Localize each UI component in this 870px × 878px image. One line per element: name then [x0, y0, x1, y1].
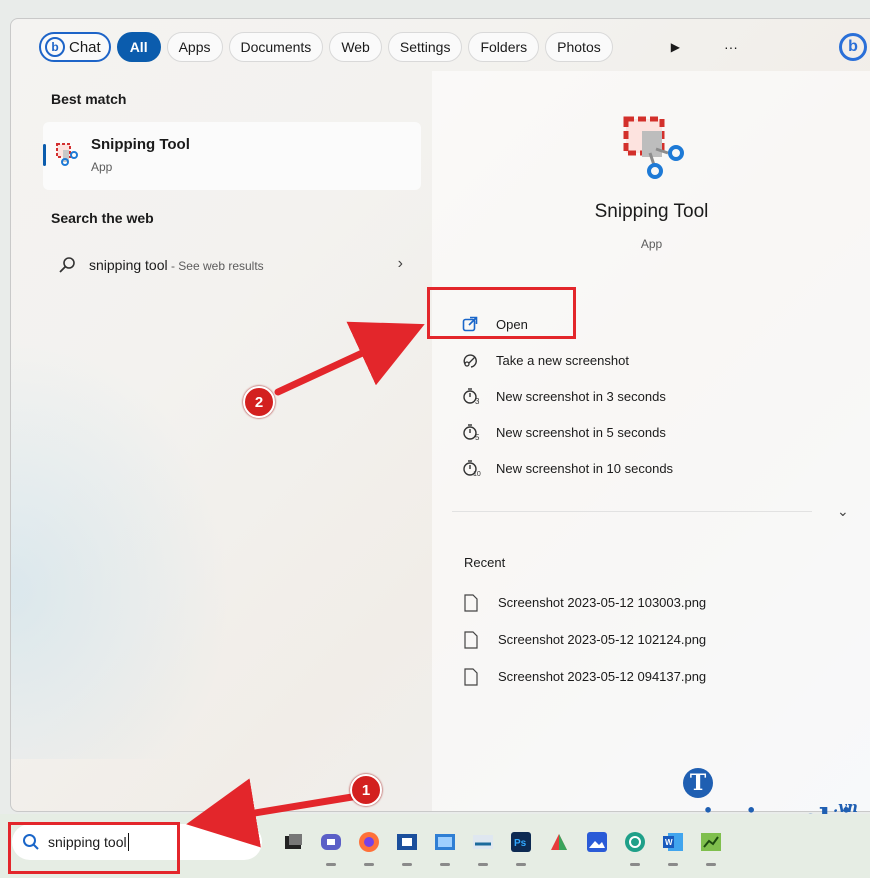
watermark-t-icon: T	[683, 768, 713, 798]
filter-all[interactable]: All	[116, 32, 161, 62]
timer-5-icon: 5	[462, 423, 486, 441]
play-icon: ▶	[670, 40, 680, 54]
recent-file-name: Screenshot 2023-05-12 103003.png	[498, 595, 707, 610]
snipping-tool-icon	[56, 143, 78, 166]
timer-3-icon: 3	[462, 387, 486, 405]
snipping-tool-large-icon	[623, 116, 684, 179]
recent-list: Screenshot 2023-05-12 103003.png Screens…	[464, 584, 706, 695]
web-hint: - See web results	[167, 259, 264, 273]
running-indicator	[630, 863, 640, 866]
running-indicator	[478, 863, 488, 866]
file-icon	[464, 593, 484, 612]
selection-accent	[43, 144, 46, 166]
chat-chip[interactable]: b Chat	[39, 32, 111, 62]
filter-settings[interactable]: Settings	[387, 32, 463, 62]
best-match-heading: Best match	[51, 91, 127, 107]
word-icon[interactable]: W	[658, 826, 688, 866]
highlight-search-box	[8, 822, 180, 874]
search-icon	[59, 257, 75, 273]
recent-file-name: Screenshot 2023-05-12 094137.png	[498, 669, 707, 684]
refresh-app-icon[interactable]	[620, 826, 650, 866]
background-glow	[11, 339, 231, 759]
network-icon[interactable]	[468, 826, 498, 866]
paint-icon[interactable]	[544, 826, 574, 858]
action-label: New screenshot in 10 seconds	[496, 460, 674, 476]
play-more-button[interactable]: ▶	[659, 32, 692, 62]
running-indicator	[326, 863, 336, 866]
photos-icon[interactable]	[430, 826, 460, 866]
filter-folders[interactable]: Folders	[468, 32, 540, 62]
filter-web[interactable]: Web	[329, 32, 382, 62]
chat-label: Chat	[69, 38, 101, 56]
action-label: Take a new screenshot	[496, 352, 629, 368]
svg-text:5: 5	[475, 433, 480, 441]
step-badge-1: 1	[350, 774, 382, 806]
best-match-name: Snipping Tool	[91, 136, 190, 153]
svg-text:3: 3	[475, 397, 480, 405]
charts-app-icon[interactable]	[696, 826, 726, 866]
taskbar-apps: Ps W	[278, 826, 726, 866]
file-icon	[464, 667, 484, 686]
filter-photos[interactable]: Photos	[545, 32, 613, 62]
step-badge-2: 2	[243, 386, 275, 418]
start-search-panel: b Chat All Apps Documents Web Settings F…	[10, 18, 870, 812]
web-query: snipping tool	[89, 257, 168, 273]
bing-chat-icon: b	[45, 37, 65, 57]
photo-viewer-icon[interactable]	[582, 826, 612, 858]
action-screenshot-10s[interactable]: 10 New screenshot in 10 seconds	[462, 450, 673, 486]
running-indicator	[402, 863, 412, 866]
firefox-icon[interactable]	[354, 826, 384, 866]
detail-pane: Snipping Tool App Open Take a new screen…	[432, 71, 870, 811]
recent-file-name: Screenshot 2023-05-12 102124.png	[498, 632, 707, 647]
running-indicator	[706, 863, 716, 866]
action-label: New screenshot in 3 seconds	[496, 388, 666, 404]
media-player-icon[interactable]	[392, 826, 422, 866]
task-view-icon[interactable]	[278, 826, 308, 858]
web-search-result[interactable]: snipping tool - See web results ›	[43, 249, 421, 281]
svg-text:Ps: Ps	[514, 838, 527, 849]
recent-file[interactable]: Screenshot 2023-05-12 103003.png	[464, 584, 706, 621]
more-options-button[interactable]: ···	[712, 32, 750, 62]
chevron-down-icon[interactable]: ⌄	[837, 503, 849, 520]
running-indicator	[516, 863, 526, 866]
filter-bar: b Chat All Apps Documents Web Settings F…	[39, 27, 750, 67]
action-label: New screenshot in 5 seconds	[496, 424, 666, 440]
filter-documents[interactable]: Documents	[228, 32, 324, 62]
bing-logo-icon[interactable]: b	[839, 33, 867, 61]
filter-apps[interactable]: Apps	[166, 32, 223, 62]
teams-chat-icon[interactable]	[316, 826, 346, 866]
svg-text:10: 10	[473, 471, 481, 477]
running-indicator	[364, 863, 374, 866]
action-screenshot-3s[interactable]: 3 New screenshot in 3 seconds	[462, 378, 673, 414]
action-take-screenshot[interactable]: Take a new screenshot	[462, 342, 673, 378]
running-indicator	[668, 863, 678, 866]
search-web-heading: Search the web	[51, 210, 154, 226]
detail-app-name: Snipping Tool	[594, 201, 709, 222]
action-screenshot-5s[interactable]: 5 New screenshot in 5 seconds	[462, 414, 673, 450]
highlight-open-box	[427, 287, 576, 339]
running-indicator	[440, 863, 450, 866]
screenshot-icon	[462, 351, 486, 369]
file-icon	[464, 630, 484, 649]
divider	[452, 511, 812, 512]
photoshop-icon[interactable]: Ps	[506, 826, 536, 866]
timer-10-icon: 10	[462, 459, 486, 477]
chevron-right-icon: ›	[397, 255, 403, 272]
detail-app-type: App	[640, 237, 663, 251]
best-match-card[interactable]: Snipping Tool App	[43, 122, 421, 190]
recent-file[interactable]: Screenshot 2023-05-12 094137.png	[464, 658, 706, 695]
svg-text:W: W	[665, 838, 673, 847]
best-match-type: App	[91, 160, 113, 174]
recent-heading: Recent	[464, 555, 506, 570]
recent-file[interactable]: Screenshot 2023-05-12 102124.png	[464, 621, 706, 658]
